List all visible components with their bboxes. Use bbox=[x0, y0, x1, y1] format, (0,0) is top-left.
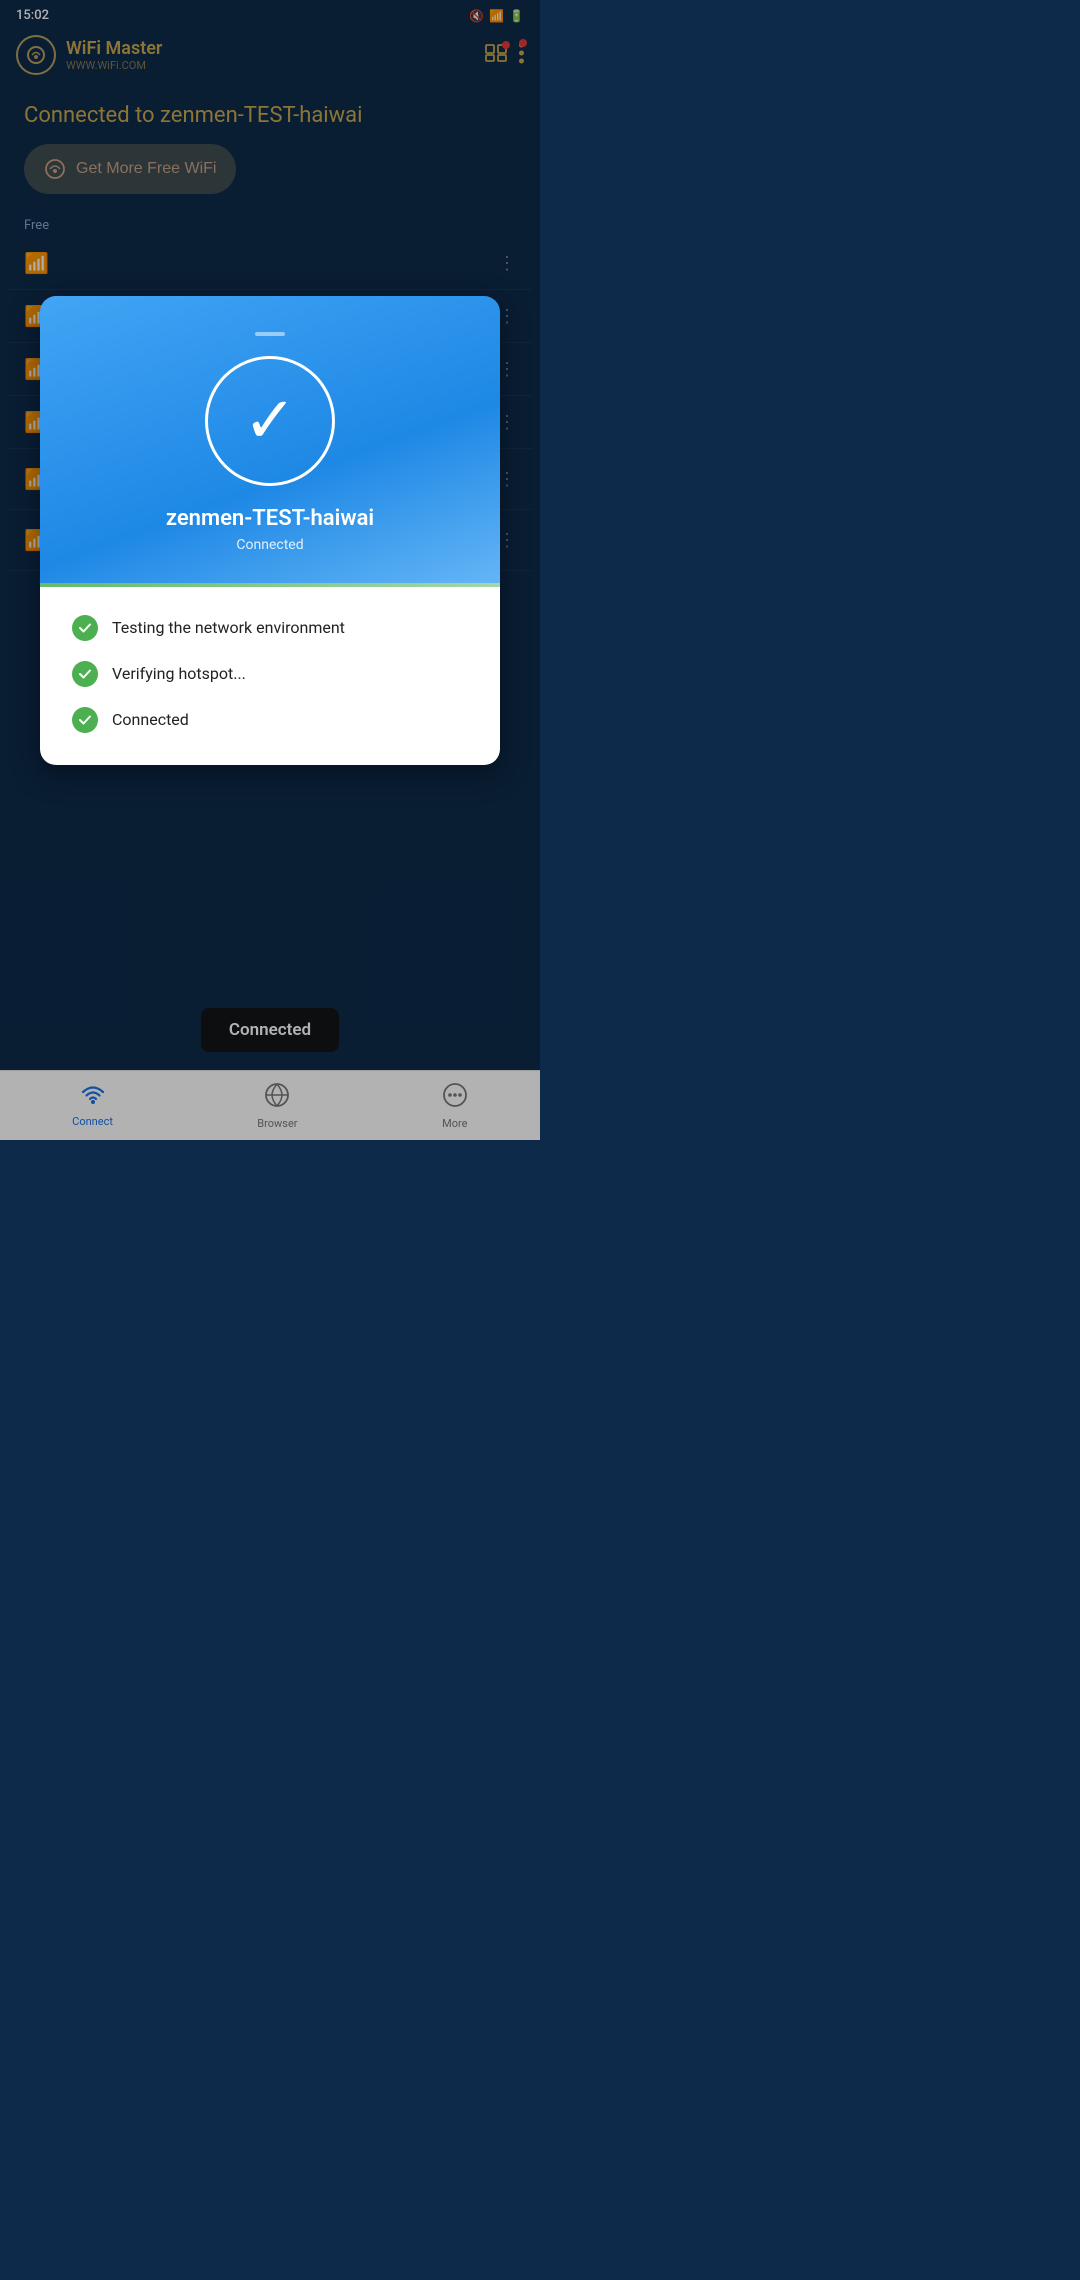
modal-overlay: ✓ zenmen-TEST-haiwai Connected Testing t… bbox=[0, 0, 540, 1140]
check-icon-1 bbox=[72, 615, 98, 641]
modal-ssid: zenmen-TEST-haiwai bbox=[166, 506, 374, 531]
check-item-text-3: Connected bbox=[112, 710, 189, 729]
check-icon-2 bbox=[72, 661, 98, 687]
check-item-2: Verifying hotspot... bbox=[72, 661, 468, 687]
check-item-text-2: Verifying hotspot... bbox=[112, 664, 246, 683]
check-item-text-1: Testing the network environment bbox=[112, 618, 345, 637]
checkmark-icon: ✓ bbox=[243, 389, 297, 453]
check-item-1: Testing the network environment bbox=[72, 615, 468, 641]
modal-connected-label: Connected bbox=[236, 537, 303, 553]
success-circle: ✓ bbox=[205, 356, 335, 486]
check-item-3: Connected bbox=[72, 707, 468, 733]
check-icon-3 bbox=[72, 707, 98, 733]
drag-handle bbox=[255, 332, 285, 336]
modal-header: ✓ zenmen-TEST-haiwai Connected bbox=[40, 296, 500, 583]
modal-body: Testing the network environment Verifyin… bbox=[40, 587, 500, 765]
connection-modal: ✓ zenmen-TEST-haiwai Connected Testing t… bbox=[40, 296, 500, 765]
